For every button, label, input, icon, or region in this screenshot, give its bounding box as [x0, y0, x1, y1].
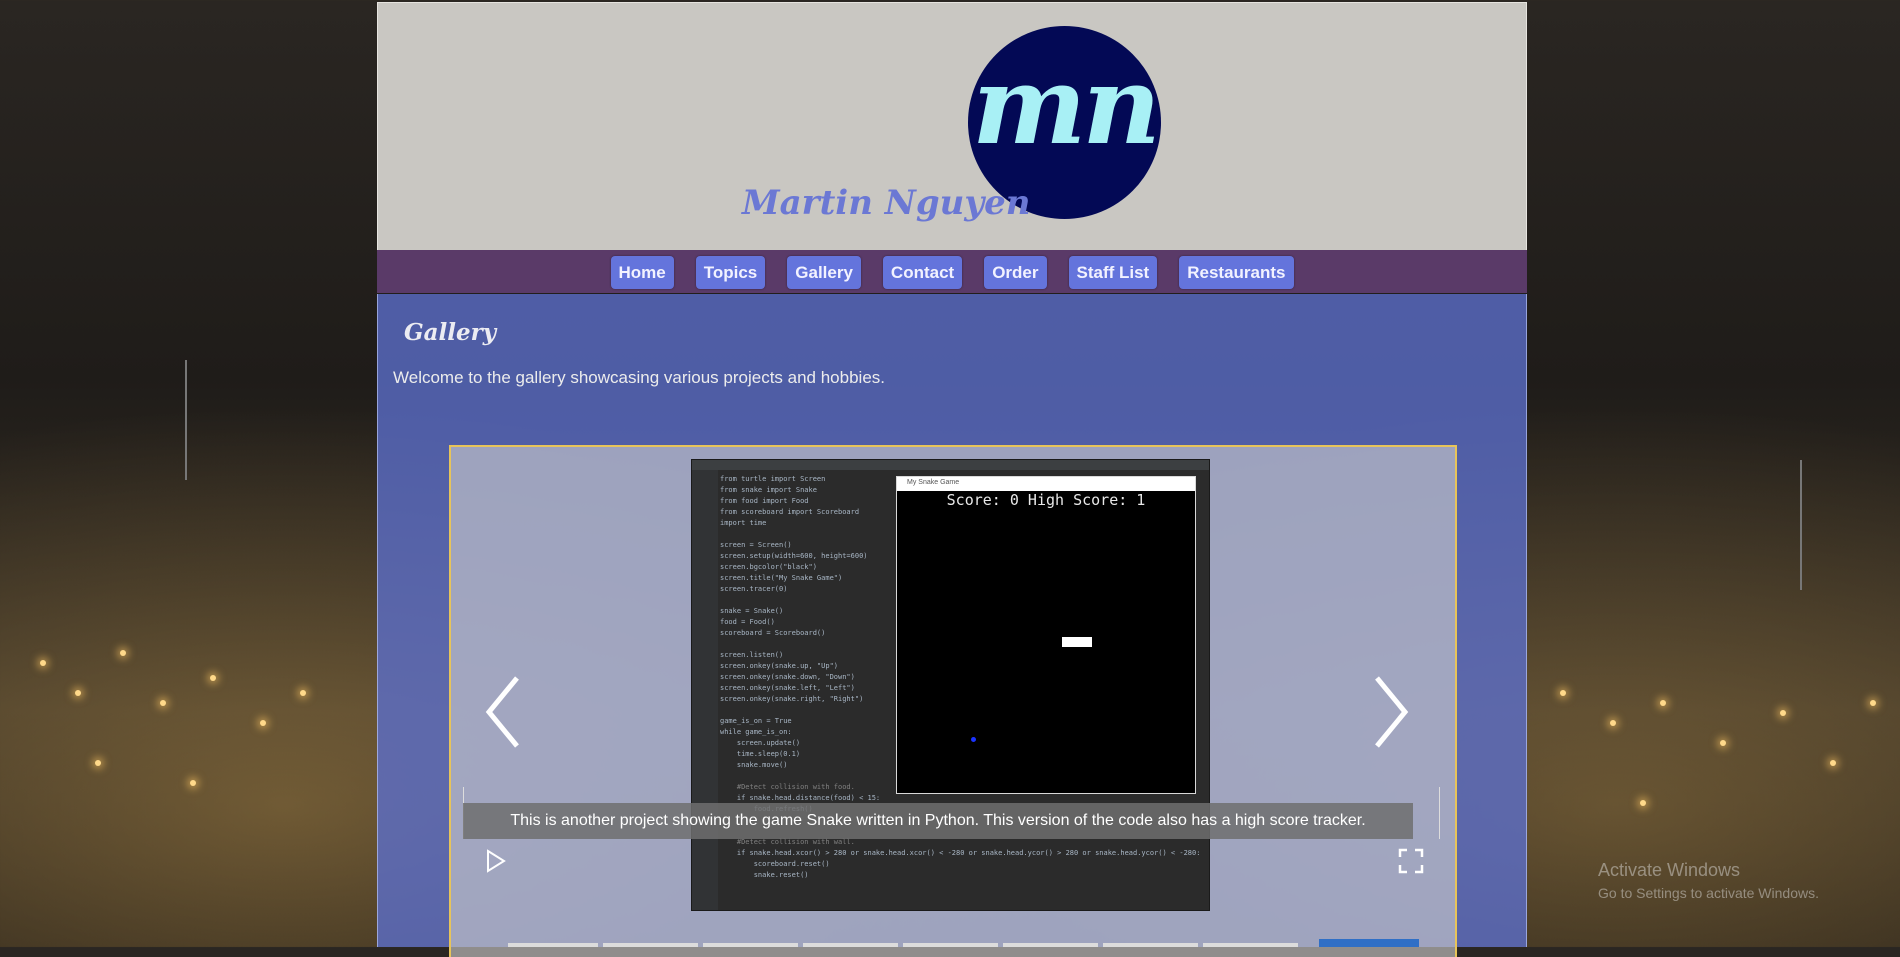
thumbnail[interactable]: [603, 943, 698, 947]
nav-staff-list-button[interactable]: Staff List: [1068, 256, 1158, 289]
main-nav: Home Topics Gallery Contact Order Staff …: [377, 250, 1527, 293]
play-icon: [487, 849, 506, 873]
code-line: scoreboard.reset(): [720, 860, 830, 868]
site-name: Martin Nguyen: [742, 183, 1031, 223]
nav-restaurants-button[interactable]: Restaurants: [1179, 256, 1294, 289]
game-window: My Snake Game Score: 0 High Score: 1: [896, 476, 1196, 794]
nav-topics-button[interactable]: Topics: [695, 256, 766, 289]
food: [971, 737, 976, 742]
fullscreen-icon: [1398, 848, 1424, 874]
watermark-title: Activate Windows: [1598, 860, 1741, 880]
slide-image: from turtle import Screen from snake impo…: [691, 459, 1210, 911]
thumbnail[interactable]: [1103, 943, 1198, 947]
nav-gallery-button[interactable]: Gallery: [787, 256, 861, 289]
thumbnail[interactable]: [903, 943, 998, 947]
code-line: if snake.head.xcor() > 280 or snake.head…: [720, 849, 1201, 857]
thumbnail[interactable]: [508, 943, 598, 947]
watermark-subtitle: Go to Settings to activate Windows.: [1598, 885, 1819, 901]
code-line: snake.reset(): [720, 871, 809, 879]
chevron-left-icon: [485, 676, 519, 748]
chevron-right-icon: [1375, 676, 1409, 748]
next-slide-button[interactable]: [1369, 672, 1413, 752]
windows-activation-watermark: Activate Windows Go to Settings to activ…: [1598, 860, 1819, 901]
ide-titlebar: [692, 460, 1209, 470]
thumbnail-strip: [453, 939, 1453, 947]
nav-order-button[interactable]: Order: [984, 256, 1047, 289]
nav-contact-button[interactable]: Contact: [882, 256, 963, 289]
play-button[interactable]: [484, 847, 508, 875]
snake: [1062, 637, 1092, 647]
nav-list: Home Topics Gallery Contact Order Staff …: [377, 250, 1527, 289]
previous-slide-button[interactable]: [481, 672, 525, 752]
game-window-title: My Snake Game: [907, 479, 960, 486]
thumbnail[interactable]: [1203, 943, 1298, 947]
thumbnail[interactable]: [703, 943, 798, 947]
code-gutter: [692, 470, 718, 910]
gallery-slideshow: from turtle import Screen from snake impo…: [449, 445, 1457, 957]
site-header: mn Martin Nguyen: [377, 2, 1527, 251]
thumbnail[interactable]: [1003, 943, 1098, 947]
caption-right-edge: [1439, 787, 1440, 839]
fullscreen-button[interactable]: [1397, 847, 1425, 875]
nav-home-button[interactable]: Home: [610, 256, 674, 289]
thumbnail[interactable]: [803, 943, 898, 947]
logo-text: mn: [972, 43, 1161, 169]
caption-text: This is another project showing the game…: [510, 812, 1366, 829]
main-content: Gallery Welcome to the gallery showcasin…: [377, 294, 1527, 957]
slide-caption: This is another project showing the game…: [463, 803, 1413, 839]
score-text: Score: 0 High Score: 1: [946, 491, 1146, 509]
intro-text: Welcome to the gallery showcasing variou…: [393, 368, 886, 387]
game-titlebar: My Snake Game: [897, 477, 1195, 491]
page-title: Gallery: [404, 319, 497, 346]
page-container: mn Martin Nguyen Home Topics Gallery Con…: [377, 2, 1527, 957]
thumbnail-active[interactable]: [1319, 939, 1419, 947]
